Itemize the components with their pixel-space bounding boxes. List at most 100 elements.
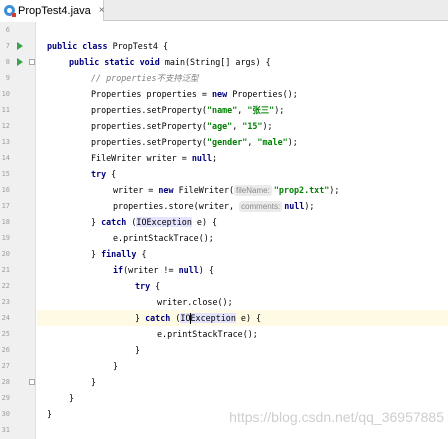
code-line-27: }: [37, 358, 448, 374]
line-number: 26: [1, 346, 10, 354]
code-token: PropTest4 {: [112, 41, 169, 51]
code-line-17: properties.store(writer, comments: null);: [37, 198, 448, 214]
code-token: }: [91, 249, 102, 259]
line-number: 22: [1, 282, 10, 290]
line-number: 13: [1, 138, 10, 146]
run-arrow-icon[interactable]: [17, 58, 23, 66]
tab-title: PropTest4.java: [18, 4, 91, 17]
code-line-7: public class PropTest4 {: [37, 38, 448, 54]
code-token: }: [113, 361, 119, 371]
code-string: "gender": [206, 137, 248, 147]
code-token: Properties();: [232, 89, 298, 99]
code-token: }: [47, 409, 53, 419]
code-line-25: e.printStackTrace();: [37, 326, 448, 342]
code-token: new: [212, 89, 233, 99]
code-line-16: writer = new FileWriter(fileName: "prop2.…: [37, 182, 448, 198]
code-token: (writer !=: [123, 265, 179, 275]
code-token: ,: [237, 105, 248, 115]
editor-tab-bar: PropTest4.java ×: [0, 0, 448, 21]
code-token: new: [158, 185, 179, 195]
code-token: }: [91, 377, 97, 387]
code-token: properties.store(writer,: [113, 201, 240, 211]
fold-marker-icon[interactable]: [29, 59, 35, 65]
highlighted-identifier: Exception: [190, 313, 236, 323]
code-comment: // properties不支持泛型: [91, 73, 199, 83]
code-token: {: [111, 169, 117, 179]
code-token: );: [329, 185, 340, 195]
code-token: );: [274, 105, 285, 115]
line-number-gutter: 6 7 8 9 10 11 12 13 14 15 16 17 18 19 20…: [0, 22, 36, 439]
code-token: }: [69, 393, 75, 403]
code-token: FileWriter(: [178, 185, 235, 195]
code-token: );: [304, 201, 315, 211]
code-token: properties.setProperty(: [91, 105, 207, 115]
code-line-18: } catch (IOException e) {: [37, 214, 448, 230]
code-token: e.printStackTrace();: [113, 233, 214, 243]
line-number: 17: [1, 202, 10, 210]
code-token: {: [141, 249, 147, 259]
code-line-14: FileWriter writer = null;: [37, 150, 448, 166]
code-line-29: }: [37, 390, 448, 406]
line-number: 15: [1, 170, 10, 178]
code-string: "male": [257, 137, 288, 147]
code-token: FileWriter writer =: [91, 153, 192, 163]
code-token: Properties properties =: [91, 89, 213, 99]
code-line-26: }: [37, 342, 448, 358]
line-number: 28: [1, 378, 10, 386]
code-token: public class: [47, 41, 113, 51]
code-token: e.printStackTrace();: [157, 329, 258, 339]
close-tab-icon[interactable]: ×: [99, 5, 105, 16]
code-token: finally: [101, 249, 142, 259]
code-token: null: [191, 153, 213, 163]
code-token: );: [287, 137, 298, 147]
line-number: 10: [1, 90, 10, 98]
code-token: properties.setProperty(: [91, 137, 207, 147]
line-number: 19: [1, 234, 10, 242]
highlighted-identifier: IO: [180, 313, 191, 323]
code-string: "prop2.txt": [273, 185, 330, 195]
line-number: 16: [1, 186, 10, 194]
line-number: 18: [1, 218, 10, 226]
fold-marker-icon[interactable]: [29, 379, 35, 385]
code-string: "name": [206, 105, 238, 115]
code-line-15: try {: [37, 166, 448, 182]
code-token: }: [135, 345, 141, 355]
line-number: 9: [5, 74, 10, 82]
code-line-12: properties.setProperty("age", "15");: [37, 118, 448, 134]
line-number: 11: [1, 106, 10, 114]
code-token: e) {: [235, 313, 262, 323]
line-number: 20: [1, 250, 10, 258]
code-line-13: properties.setProperty("gender", "male")…: [37, 134, 448, 150]
run-arrow-icon[interactable]: [17, 42, 23, 50]
code-token: ,: [247, 137, 258, 147]
code-token: ;: [212, 153, 218, 163]
code-line-19: e.printStackTrace();: [37, 230, 448, 246]
code-line-10: Properties properties = new Properties()…: [37, 86, 448, 102]
code-token: if: [113, 265, 124, 275]
code-string: "age": [206, 121, 233, 131]
line-number: 12: [1, 122, 10, 130]
line-number: 23: [1, 298, 10, 306]
line-number: 7: [5, 42, 10, 50]
code-token: main(String[] args) {: [164, 57, 271, 67]
code-string: "张三": [247, 105, 275, 115]
line-number: 21: [1, 266, 10, 274]
code-line-9: // properties不支持泛型: [37, 70, 448, 86]
code-line-20: } finally {: [37, 246, 448, 262]
code-token: writer =: [113, 185, 159, 195]
line-number: 27: [1, 362, 10, 370]
code-string: "15": [242, 121, 263, 131]
parameter-hint: fileName:: [234, 185, 272, 196]
code-token: try: [135, 281, 156, 291]
code-editor[interactable]: public class PropTest4 { public static v…: [37, 22, 448, 439]
line-number: 8: [5, 58, 10, 66]
code-token: null: [178, 265, 199, 275]
code-token: );: [262, 121, 273, 131]
code-token: ) {: [198, 265, 214, 275]
code-token: catch: [145, 313, 176, 323]
tab-proptest4[interactable]: PropTest4.java ×: [0, 0, 105, 21]
code-token: properties.setProperty(: [91, 121, 207, 131]
parameter-hint: comments:: [239, 201, 283, 212]
code-line-23: writer.close();: [37, 294, 448, 310]
code-token: catch: [101, 217, 132, 227]
